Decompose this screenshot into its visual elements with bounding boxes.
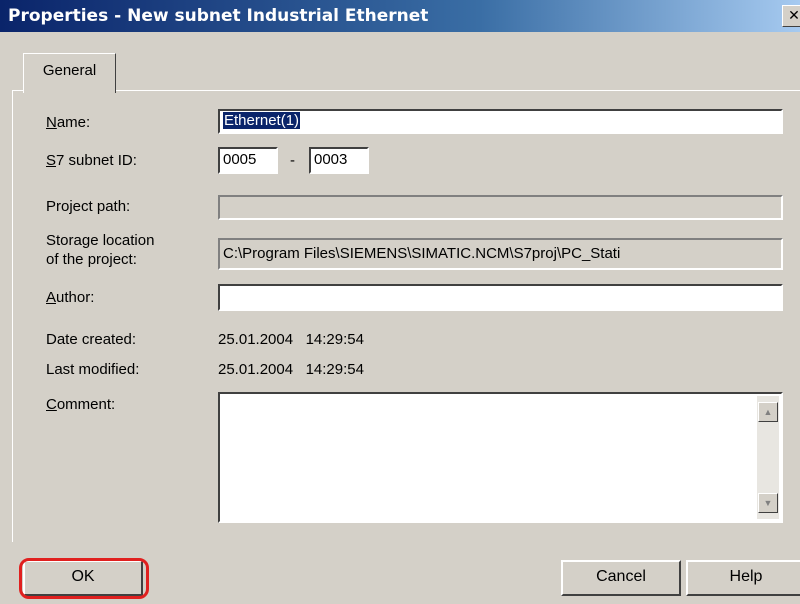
date-created-label: Date created: <box>46 331 137 348</box>
last-modified-value: 25.01.2004 14:29:54 <box>218 361 364 378</box>
window-title: Properties - New subnet Industrial Ether… <box>8 6 429 26</box>
properties-dialog: Properties - New subnet Industrial Ether… <box>0 0 800 604</box>
comment-scrollbar[interactable]: ▲ ▼ <box>757 396 779 519</box>
tab-general-label: General <box>42 62 97 79</box>
date-created-value: 25.01.2004 14:29:54 <box>218 331 364 348</box>
close-button[interactable]: ✕ <box>782 5 800 27</box>
s7-subnet-id-label: S7 subnet ID: <box>46 152 137 169</box>
subnet-id-part1-input[interactable]: 0005 <box>218 147 278 174</box>
name-value: Ethernet(1) <box>223 112 301 129</box>
storage-location-field: C:\Program Files\SIEMENS\SIMATIC.NCM\S7p… <box>218 238 783 270</box>
name-input[interactable]: Ethernet(1) <box>218 109 783 134</box>
comment-textarea[interactable]: ▲ ▼ <box>218 392 783 523</box>
close-icon: ✕ <box>788 8 800 24</box>
project-path-field <box>218 195 783 220</box>
name-label: Name: <box>46 114 91 131</box>
author-label: Author: <box>46 289 95 306</box>
ok-button[interactable]: OK <box>23 560 143 596</box>
last-modified-label: Last modified: <box>46 361 140 378</box>
title-bar: Properties - New subnet Industrial Ether… <box>0 0 800 32</box>
storage-location-value: C:\Program Files\SIEMENS\SIMATIC.NCM\S7p… <box>223 245 621 262</box>
subnet-id-part1-value: 0005 <box>223 151 257 168</box>
subnet-id-part2-value: 0003 <box>314 151 348 168</box>
storage-location-label: Storage location of the project: <box>46 232 155 268</box>
cancel-button[interactable]: Cancel <box>561 560 681 596</box>
subnet-id-separator: - <box>290 152 295 169</box>
subnet-id-part2-input[interactable]: 0003 <box>309 147 369 174</box>
tab-general[interactable]: General <box>23 53 116 93</box>
help-button[interactable]: Help <box>686 560 800 596</box>
project-path-label: Project path: <box>46 198 131 215</box>
scroll-down-icon[interactable]: ▼ <box>758 493 778 513</box>
scroll-up-icon[interactable]: ▲ <box>758 402 778 422</box>
author-input[interactable] <box>218 284 783 311</box>
comment-label: Comment: <box>46 396 116 413</box>
